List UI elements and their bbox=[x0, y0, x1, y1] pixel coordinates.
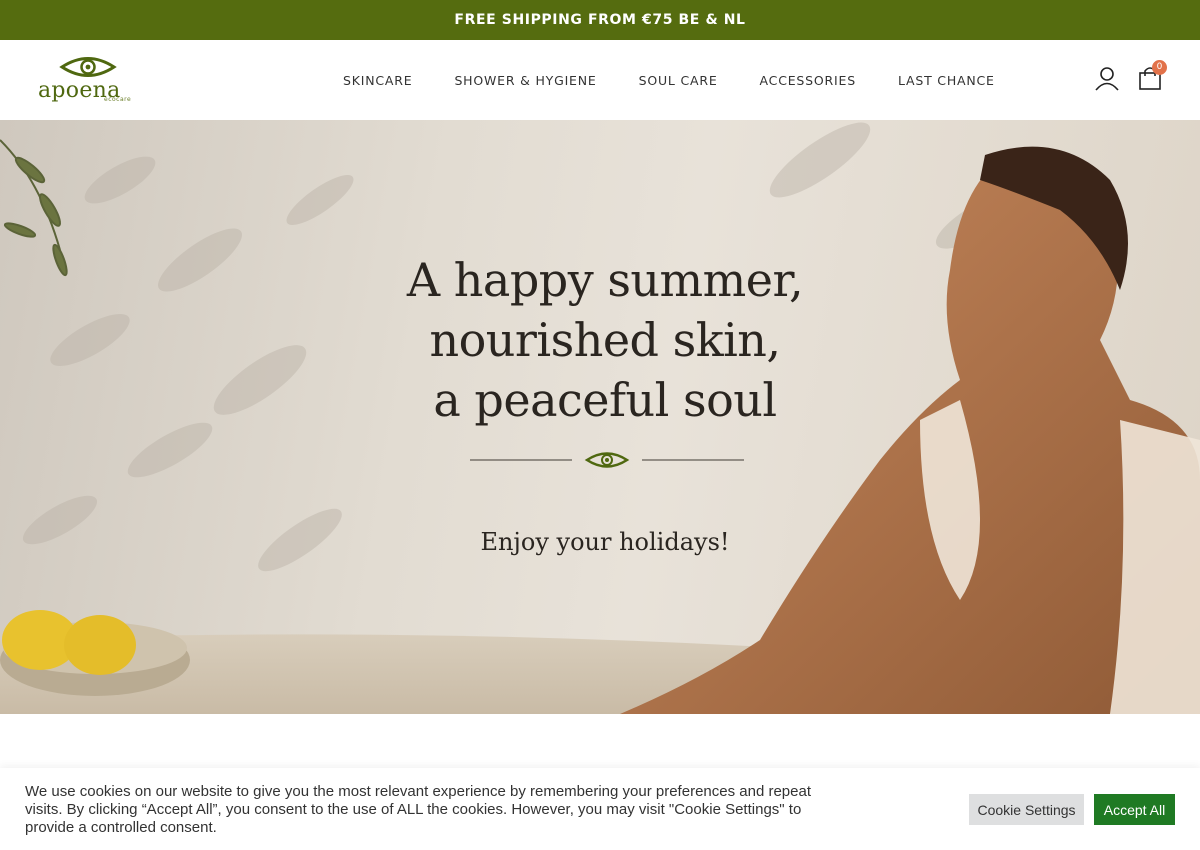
hero-line-3: a peaceful soul bbox=[433, 373, 777, 427]
cookie-consent-banner: We use cookies on our website to give yo… bbox=[0, 768, 1200, 850]
nav-item-last-chance[interactable]: LAST CHANCE bbox=[877, 73, 1016, 88]
shipping-announcement-bar: FREE SHIPPING FROM €75 BE & NL bbox=[0, 0, 1200, 40]
hero-line-2: nourished skin, bbox=[429, 313, 781, 367]
cookie-consent-text: We use cookies on our website to give yo… bbox=[25, 783, 811, 836]
main-navigation: SKINCARE SHOWER & HYGIENE SOUL CARE ACCE… bbox=[322, 40, 1016, 120]
eye-divider-icon bbox=[470, 452, 744, 468]
hero-headline: A happy summer, nourished skin, a peacef… bbox=[380, 250, 830, 556]
nav-item-skincare[interactable]: SKINCARE bbox=[322, 73, 433, 88]
cookie-settings-button[interactable]: Cookie Settings bbox=[969, 794, 1084, 825]
eye-logo-icon bbox=[59, 57, 117, 77]
nav-item-accessories[interactable]: ACCESSORIES bbox=[739, 73, 877, 88]
site-header: apoena ecocare SKINCARE SHOWER & HYGIENE… bbox=[0, 40, 1200, 120]
cart-count-badge: 0 bbox=[1152, 60, 1167, 75]
hero-subtitle: Enjoy your holidays! bbox=[480, 528, 730, 556]
brand-logo[interactable]: apoena ecocare bbox=[38, 54, 138, 106]
nav-item-shower-hygiene[interactable]: SHOWER & HYGIENE bbox=[433, 73, 617, 88]
accept-all-cookies-button[interactable]: Accept All bbox=[1094, 794, 1175, 825]
hero-line-1: A happy summer, bbox=[406, 253, 804, 307]
hero-banner[interactable]: A happy summer, nourished skin, a peacef… bbox=[0, 120, 1200, 714]
brand-subtitle: ecocare bbox=[104, 96, 132, 103]
user-icon[interactable] bbox=[1094, 65, 1120, 91]
shipping-announcement-text: FREE SHIPPING FROM €75 BE & NL bbox=[454, 12, 746, 28]
nav-item-soul-care[interactable]: SOUL CARE bbox=[618, 73, 739, 88]
